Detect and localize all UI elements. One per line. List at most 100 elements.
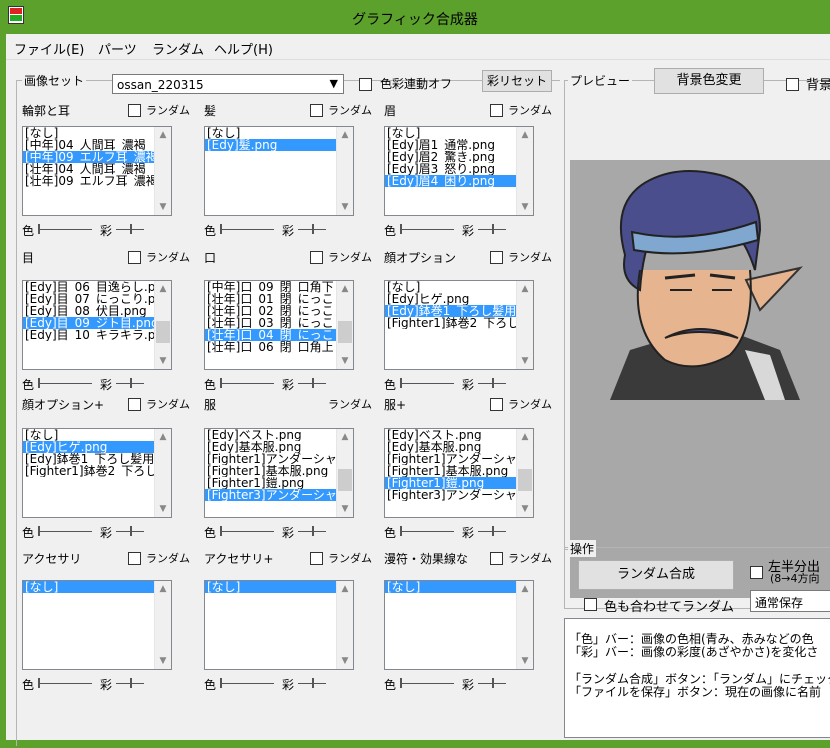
- list-item[interactable]: [なし]: [205, 127, 353, 139]
- parts-listbox[interactable]: [なし] [Edy]髪.png ▲ ▼: [204, 126, 354, 216]
- list-item[interactable]: [Fighter1]鎧.png: [385, 477, 533, 489]
- scroll-thumb[interactable]: [338, 321, 352, 343]
- random-checkbox[interactable]: [490, 398, 503, 411]
- list-item[interactable]: [Fighter1]鉢巻2_下ろし: [385, 317, 533, 329]
- list-item[interactable]: [Fighter1]アンダーシャツ: [385, 453, 533, 465]
- color-link-checkbox[interactable]: [359, 78, 372, 91]
- scroll-down-icon[interactable]: ▼: [155, 353, 171, 369]
- list-item[interactable]: [Edy]目_10_キラキラ.png: [23, 329, 171, 341]
- color-slider-track[interactable]: [222, 229, 274, 230]
- scroll-down-icon[interactable]: ▼: [337, 653, 353, 669]
- scroll-down-icon[interactable]: ▼: [155, 501, 171, 517]
- listbox-scrollbar[interactable]: ▲ ▼: [516, 127, 533, 215]
- half-split-checkbox[interactable]: [750, 566, 763, 579]
- list-item[interactable]: [Fighter1]基本服.png: [385, 465, 533, 477]
- list-item[interactable]: [壮年]口_02_閉_にっこり2: [205, 305, 353, 317]
- list-item[interactable]: [Edy]鉢巻1_下ろし髪用: [385, 305, 533, 317]
- list-item[interactable]: [中年]04_人間耳_濃褐: [23, 139, 171, 151]
- random-checkbox[interactable]: [490, 104, 503, 117]
- listbox-scrollbar[interactable]: ▲ ▼: [516, 281, 533, 369]
- parts-listbox[interactable]: [Edy]ベスト.png [Edy]基本服.png [Fighter1]アンダーシャ…: [384, 428, 534, 518]
- color-slider-track[interactable]: [402, 229, 454, 230]
- sat-slider-thumb[interactable]: [130, 378, 132, 388]
- color-saturation-sliders[interactable]: 色彩: [22, 376, 172, 392]
- list-item[interactable]: [Edy]目_07_にっこり.png: [23, 293, 171, 305]
- list-item[interactable]: [Edy]目_08_伏目.png: [23, 305, 171, 317]
- scroll-down-icon[interactable]: ▼: [155, 199, 171, 215]
- listbox-scrollbar[interactable]: ▲ ▼: [516, 581, 533, 669]
- color-slider-track[interactable]: [40, 531, 92, 532]
- sat-slider-thumb[interactable]: [312, 224, 314, 234]
- scroll-up-icon[interactable]: ▲: [517, 127, 533, 143]
- parts-listbox[interactable]: [Edy]目_06_目逸らし.pn [Edy]目_07_にっこり.png [Edy]…: [22, 280, 172, 370]
- listbox-scrollbar[interactable]: ▲ ▼: [154, 429, 171, 517]
- list-item[interactable]: [なし]: [23, 127, 171, 139]
- imageset-select[interactable]: ossan_220315 ▼: [112, 74, 344, 94]
- list-item[interactable]: [Edy]基本服.png: [385, 441, 533, 453]
- saturation-reset-button[interactable]: 彩リセット: [482, 70, 552, 92]
- random-compose-button[interactable]: ランダム合成: [578, 560, 734, 590]
- list-item[interactable]: [Edy]眉2_驚き.png: [385, 151, 533, 163]
- scroll-down-icon[interactable]: ▼: [517, 501, 533, 517]
- color-saturation-sliders[interactable]: 色彩: [204, 524, 354, 540]
- sat-slider-thumb[interactable]: [130, 526, 132, 536]
- color-saturation-sliders[interactable]: 色彩: [22, 222, 172, 238]
- parts-listbox[interactable]: [なし] [Edy]ヒゲ.png [Edy]鉢巻1_下ろし髪用 [Fighter1]鉢…: [384, 280, 534, 370]
- list-item[interactable]: [Edy]ベスト.png: [385, 429, 533, 441]
- sat-slider-thumb[interactable]: [492, 678, 494, 688]
- list-item[interactable]: [Fighter3]アンダーシャツ: [205, 489, 353, 501]
- list-item[interactable]: [なし]: [385, 581, 533, 593]
- list-item[interactable]: [Fighter3]アンダーシャツ: [385, 489, 533, 501]
- list-item[interactable]: [壮年]口_03_閉_にっこり3: [205, 317, 353, 329]
- random-checkbox[interactable]: [128, 552, 141, 565]
- list-item[interactable]: [Edy]眉1_通常.png: [385, 139, 533, 151]
- scroll-thumb[interactable]: [338, 469, 352, 491]
- scroll-thumb[interactable]: [156, 321, 170, 343]
- list-item[interactable]: [なし]: [23, 581, 171, 593]
- bg-checkbox[interactable]: [786, 78, 799, 91]
- color-slider-track[interactable]: [222, 683, 274, 684]
- scroll-down-icon[interactable]: ▼: [517, 653, 533, 669]
- scroll-up-icon[interactable]: ▲: [337, 127, 353, 143]
- list-item[interactable]: [Edy]眉4_困り.png: [385, 175, 533, 187]
- list-item[interactable]: [Edy]髪.png: [205, 139, 353, 151]
- sat-slider-thumb[interactable]: [130, 678, 132, 688]
- list-item[interactable]: [Fighter1]鉢巻2_下ろし: [23, 465, 171, 477]
- scroll-up-icon[interactable]: ▲: [155, 581, 171, 597]
- menu-parts[interactable]: パーツ: [98, 39, 137, 58]
- random-checkbox[interactable]: [128, 398, 141, 411]
- random-checkbox[interactable]: [310, 104, 323, 117]
- scroll-up-icon[interactable]: ▲: [155, 429, 171, 445]
- scroll-up-icon[interactable]: ▲: [517, 429, 533, 445]
- color-slider-track[interactable]: [402, 531, 454, 532]
- menu-help[interactable]: ヘルプ(H): [214, 39, 273, 58]
- listbox-scrollbar[interactable]: ▲ ▼: [154, 127, 171, 215]
- color-random-checkbox[interactable]: [584, 598, 597, 611]
- random-checkbox[interactable]: [490, 552, 503, 565]
- scroll-down-icon[interactable]: ▼: [337, 199, 353, 215]
- list-item[interactable]: [壮年]口_06_閉_口角上: [205, 341, 353, 353]
- scroll-down-icon[interactable]: ▼: [155, 653, 171, 669]
- sat-slider-thumb[interactable]: [130, 224, 132, 234]
- scroll-down-icon[interactable]: ▼: [517, 353, 533, 369]
- list-item[interactable]: [壮年]04_人間耳_濃褐: [23, 163, 171, 175]
- color-saturation-sliders[interactable]: 色彩: [204, 376, 354, 392]
- list-item[interactable]: [Edy]眉3_怒り.png: [385, 163, 533, 175]
- scroll-up-icon[interactable]: ▲: [517, 581, 533, 597]
- menu-file[interactable]: ファイル(E): [14, 39, 84, 58]
- list-item[interactable]: [なし]: [385, 127, 533, 139]
- menu-random[interactable]: ランダム: [152, 39, 204, 58]
- random-checkbox[interactable]: [128, 251, 141, 264]
- list-item[interactable]: [壮年]口_04_閉_にっこり4: [205, 329, 353, 341]
- list-item[interactable]: [Fighter1]アンダーシャツ: [205, 453, 353, 465]
- color-slider-track[interactable]: [40, 683, 92, 684]
- parts-listbox[interactable]: [中年]口_09_閉_口角下↓ [壮年]口_01_閉_にっこり1 [壮年]口_02_…: [204, 280, 354, 370]
- color-saturation-sliders[interactable]: 色彩: [384, 222, 534, 238]
- list-item[interactable]: [Fighter1]鎧.png: [205, 477, 353, 489]
- random-checkbox[interactable]: [128, 104, 141, 117]
- list-item[interactable]: [Edy]基本服.png: [205, 441, 353, 453]
- random-checkbox[interactable]: [310, 251, 323, 264]
- scroll-thumb[interactable]: [518, 469, 532, 491]
- scroll-up-icon[interactable]: ▲: [337, 281, 353, 297]
- list-item[interactable]: [Edy]ヒゲ.png: [23, 441, 171, 453]
